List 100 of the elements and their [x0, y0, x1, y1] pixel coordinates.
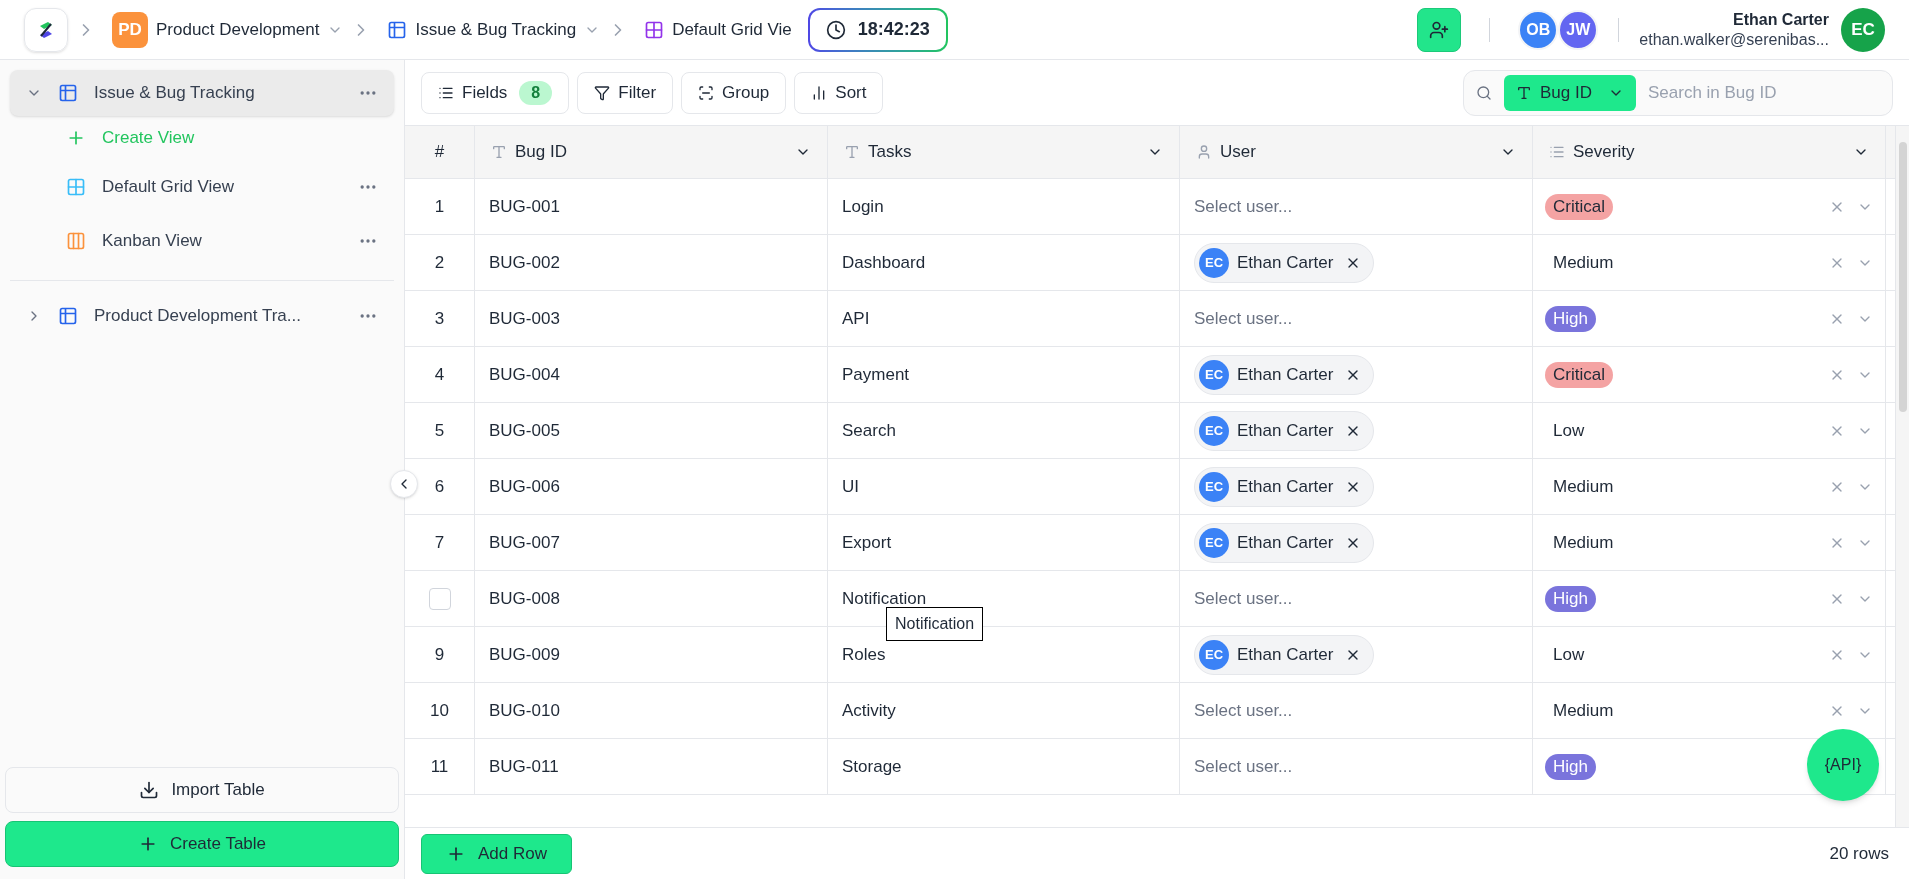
table-cell-text: BUG-009: [489, 643, 560, 666]
severity-tag: High: [1545, 753, 1596, 780]
severity-text: Low: [1552, 643, 1586, 666]
user-chip[interactable]: EC Ethan Carter: [1194, 242, 1375, 283]
fields-button[interactable]: Fields 8: [421, 71, 570, 114]
table-cell-text: Search: [842, 419, 896, 442]
table-cell-text: BUG-001: [489, 195, 560, 218]
user-placeholder[interactable]: Select user...: [1194, 305, 1293, 332]
severity-text: Medium: [1552, 475, 1615, 498]
table-cell-text: Activity: [842, 699, 896, 722]
user-chip[interactable]: EC Ethan Carter: [1194, 354, 1375, 395]
sidebar-table-item[interactable]: Issue & Bug Tracking: [10, 70, 394, 116]
invite-user-button[interactable]: [1417, 7, 1462, 52]
breadcrumb-link[interactable]: Default Grid Vie: [672, 16, 792, 43]
table-cell-text: Storage: [842, 755, 902, 778]
kanban-icon: [66, 231, 86, 251]
breadcrumb-link[interactable]: Product Development: [156, 16, 320, 43]
list-icon: [1549, 144, 1565, 160]
table-icon: [387, 19, 408, 40]
search-icon: [1476, 84, 1492, 101]
user-avatar: EC: [1199, 247, 1229, 278]
severity-text: Medium: [1552, 251, 1615, 274]
table-cell-text: BUG-008: [489, 587, 560, 610]
column-header[interactable]: Tasks: [828, 126, 1180, 178]
row-checkbox[interactable]: [428, 587, 451, 610]
row-number: 2: [434, 251, 445, 274]
user-avatar: EC: [1199, 639, 1229, 670]
user-plus-icon: [1429, 19, 1450, 40]
account-email: ethan.walker@serenibas...: [1639, 29, 1829, 50]
user-avatar: EC: [1199, 415, 1229, 446]
app-logo[interactable]: [24, 7, 68, 52]
table-cell-text: Payment: [842, 363, 910, 386]
sidebar-view-item[interactable]: Default Grid View: [10, 160, 394, 214]
import-table-button[interactable]: Import Table: [5, 767, 399, 813]
table-cell-text: UI: [842, 475, 859, 498]
severity-text: Medium: [1552, 531, 1615, 554]
table-cell-text: BUG-007: [489, 531, 560, 554]
user-placeholder[interactable]: Select user...: [1194, 585, 1293, 612]
user-avatar: EC: [1199, 471, 1229, 502]
user-placeholder[interactable]: Select user...: [1194, 193, 1293, 220]
api-button[interactable]: {API}: [1807, 729, 1879, 801]
column-header[interactable]: Severity: [1533, 126, 1886, 178]
user-avatar: EC: [1199, 359, 1229, 390]
clock-icon: [825, 19, 846, 40]
create-table-button[interactable]: Create Table: [5, 821, 399, 867]
account-name: Ethan Carter: [1732, 9, 1829, 30]
group-button[interactable]: Group: [681, 71, 787, 114]
table-icon: [58, 83, 78, 103]
user-placeholder[interactable]: Select user...: [1194, 753, 1293, 780]
severity-text: Low: [1552, 419, 1586, 442]
table-cell-text: Dashboard: [842, 251, 926, 274]
table-cell-text: BUG-005: [489, 419, 560, 442]
column-header[interactable]: User: [1180, 126, 1533, 178]
row-number: 3: [434, 307, 445, 330]
table-cell-text: BUG-002: [489, 251, 560, 274]
user-chip[interactable]: EC Ethan Carter: [1194, 410, 1375, 451]
user-chip[interactable]: EC Ethan Carter: [1194, 466, 1375, 507]
grid-icon: [644, 19, 665, 40]
row-number: 4: [434, 363, 445, 386]
table-cell-text: API: [842, 307, 870, 330]
severity-tag: High: [1545, 305, 1596, 332]
group-icon: [698, 84, 715, 101]
collaborator-avatar[interactable]: OB: [1518, 9, 1559, 50]
sidebar-table-item[interactable]: Product Development Tra...: [10, 293, 394, 339]
breadcrumb-link[interactable]: Issue & Bug Tracking: [415, 16, 577, 43]
user-chip[interactable]: EC Ethan Carter: [1194, 634, 1375, 675]
user-avatar: EC: [1199, 527, 1229, 558]
user-placeholder[interactable]: Select user...: [1194, 697, 1293, 724]
filter-button[interactable]: Filter: [577, 71, 674, 114]
text-type-icon: [1516, 84, 1532, 101]
user-chip[interactable]: EC Ethan Carter: [1194, 522, 1375, 563]
row-number: 11: [430, 755, 449, 778]
sidebar-view-item[interactable]: Kanban View: [10, 214, 394, 268]
grid-icon: [66, 177, 86, 197]
sort-button[interactable]: Sort: [794, 71, 884, 114]
add-row-button[interactable]: Add Row: [421, 833, 572, 874]
tooltip: Notification: [886, 607, 984, 641]
severity-tag: Critical: [1545, 193, 1613, 220]
search-field-selector[interactable]: Bug ID: [1504, 74, 1636, 111]
count-badge: 8: [519, 80, 553, 105]
row-number: 9: [434, 643, 445, 666]
table-cell-text: BUG-003: [489, 307, 560, 330]
table-cell-text: BUG-004: [489, 363, 560, 386]
row-number: 10: [430, 699, 449, 722]
severity-tag: High: [1545, 585, 1596, 612]
row-number: 6: [434, 475, 445, 498]
collapse-sidebar-button[interactable]: [390, 470, 418, 498]
table-cell-text: Export: [842, 531, 892, 554]
filter-icon: [594, 84, 611, 101]
column-header[interactable]: Bug ID: [475, 126, 828, 178]
collaborator-avatar[interactable]: JW: [1558, 9, 1599, 50]
search-bar[interactable]: Bug ID Search in Bug ID: [1463, 69, 1893, 116]
row-number: 5: [434, 419, 445, 442]
timer-text: 18:42:23: [857, 18, 930, 41]
severity-tag: Critical: [1545, 361, 1613, 388]
row-number: 7: [434, 531, 445, 554]
table-cell-text: Login: [842, 195, 884, 218]
severity-text: Medium: [1552, 699, 1615, 722]
row-number: 1: [434, 195, 445, 218]
column-header[interactable]: #: [405, 126, 475, 178]
